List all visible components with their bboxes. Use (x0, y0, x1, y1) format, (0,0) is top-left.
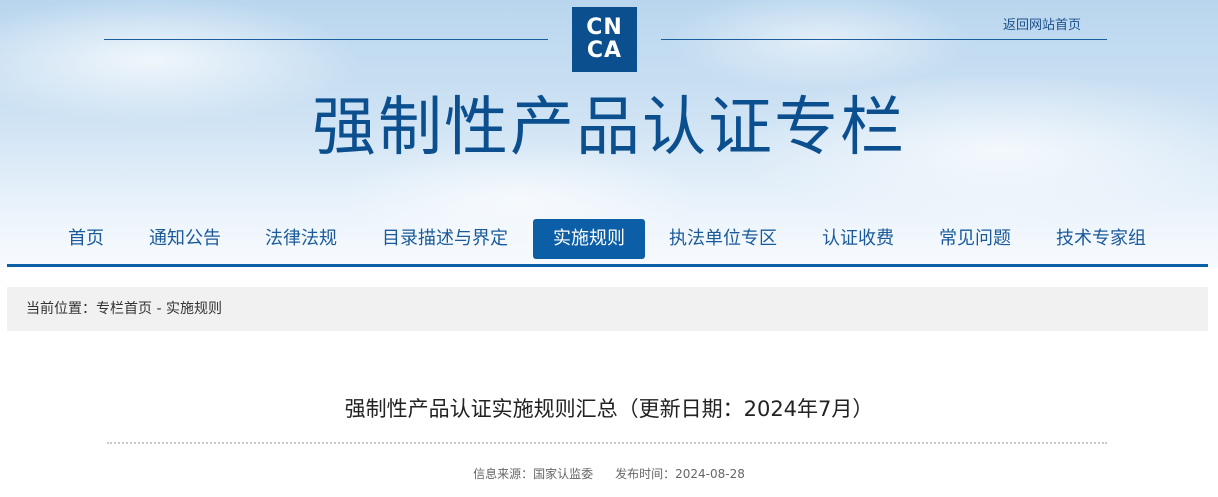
article-meta: 信息来源：国家认监委 发布时间：2024-08-28 (0, 465, 1218, 483)
nav-item-implementation-rules[interactable]: 实施规则 (533, 219, 645, 259)
article-publish-time: 发布时间：2024-08-28 (615, 467, 745, 481)
nav-divider (7, 264, 1208, 267)
breadcrumb-text: 当前位置：专栏首页 - 实施规则 (26, 301, 222, 317)
nav-item-faq[interactable]: 常见问题 (930, 219, 1020, 259)
header-divider-left (104, 39, 548, 40)
main-nav: 首页 通知公告 法律法规 目录描述与界定 实施规则 执法单位专区 认证收费 常见… (0, 218, 1218, 260)
return-home-link[interactable]: 返回网站首页 (1003, 14, 1081, 33)
nav-item-experts[interactable]: 技术专家组 (1046, 219, 1156, 259)
nav-item-laws[interactable]: 法律法规 (256, 219, 346, 259)
logo-text-line2: CA (586, 38, 623, 63)
breadcrumb: 当前位置：专栏首页 - 实施规则 (7, 287, 1208, 331)
header-divider-right (661, 39, 1107, 40)
nav-item-fees[interactable]: 认证收费 (813, 219, 903, 259)
cnca-logo[interactable]: CN CA (572, 7, 637, 72)
logo-text-line1: CN (586, 15, 623, 40)
title-divider (107, 442, 1107, 444)
article-title: 强制性产品认证实施规则汇总（更新日期：2024年7月） (344, 397, 874, 421)
nav-item-catalog[interactable]: 目录描述与界定 (372, 219, 518, 259)
nav-item-enforcement[interactable]: 执法单位专区 (663, 219, 783, 259)
article-source: 信息来源：国家认监委 (473, 467, 594, 481)
site-title: 强制性产品认证专栏 (312, 91, 906, 165)
nav-item-home[interactable]: 首页 (58, 219, 114, 259)
nav-item-notices[interactable]: 通知公告 (140, 219, 230, 259)
